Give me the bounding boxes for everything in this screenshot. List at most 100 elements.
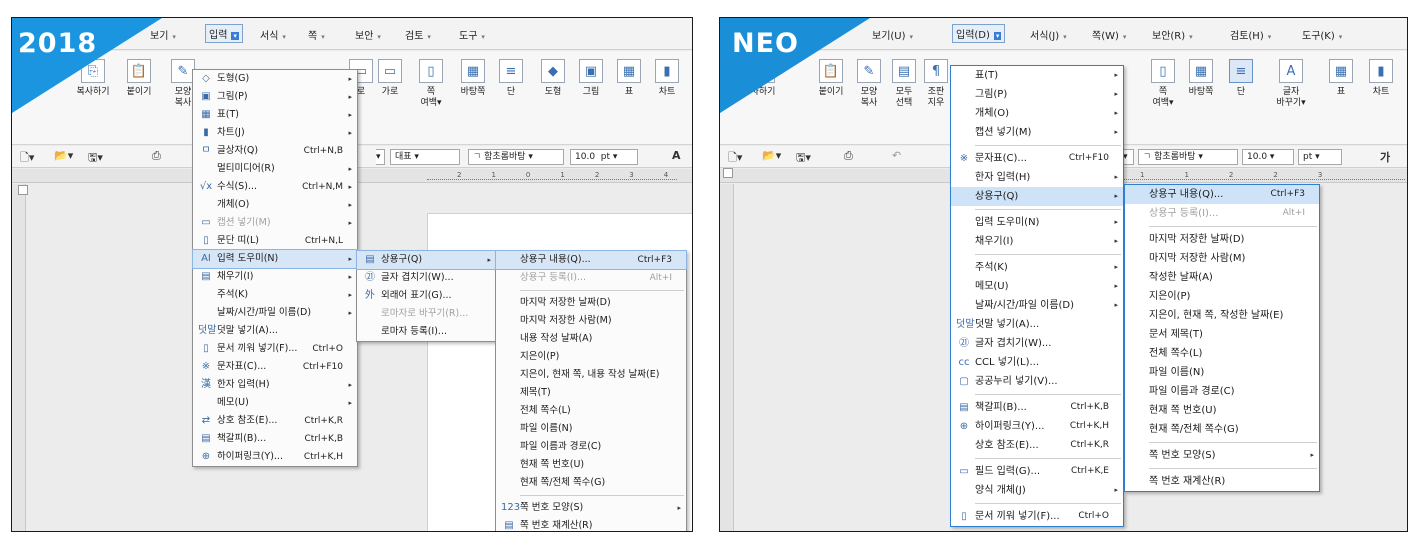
menu-item-필드-입력[interactable]: ▭ 필드 입력(G)... Ctrl+K,E	[951, 462, 1123, 481]
menu-item-외래어-표기[interactable]: 外 외래어 표기(G)...	[357, 287, 496, 305]
font-select[interactable]: ㄱ 함초롬바탕 ▾	[468, 149, 564, 165]
menu-item-상호-참조[interactable]: ⇄ 상호 참조(E)... Ctrl+K,R	[193, 412, 357, 430]
print-icon[interactable]: ⎙	[152, 149, 161, 165]
menu-item-파일-이름과-경로[interactable]: 파일 이름과 경로(C)	[496, 438, 686, 456]
open-folder-icon[interactable]: 📂▾	[54, 149, 73, 165]
menu-item-입력-도우미[interactable]: AI 입력 도우미(N) ▸	[192, 249, 358, 269]
menu-item-캡션-넣기[interactable]: 캡션 넣기(M) ▸	[951, 123, 1123, 142]
menu-서식[interactable]: 서식 ▾	[260, 27, 286, 42]
menu-item-공공누리-넣기[interactable]: ▢ 공공누리 넣기(V)...	[951, 372, 1123, 391]
menu-서식[interactable]: 서식(J) ▾	[1030, 27, 1067, 42]
menu-item-그림[interactable]: ▣ 그림(P) ▸	[193, 88, 357, 106]
menu-도구[interactable]: 도구 ▾	[459, 27, 485, 42]
ribbon-button-단[interactable]: ≡ 단	[490, 59, 532, 98]
menu-item-주석[interactable]: 주석(K) ▸	[193, 286, 357, 304]
ribbon-button-쪽[interactable]: ▯ 쪽 여백▾	[1142, 59, 1184, 109]
menu-item-쪽-번호-모양[interactable]: 쪽 번호 모양(S) ▸	[1125, 446, 1319, 465]
ribbon-button-바탕쪽[interactable]: ▦ 바탕쪽	[1180, 59, 1222, 98]
menu-item-문서-끼워-넣기[interactable]: ▯ 문서 끼워 넣기(F)... Ctrl+O	[951, 507, 1123, 526]
menu-item-지은이-현재-쪽-내용-작성-날짜[interactable]: 지은이, 현재 쪽, 내용 작성 날짜(E)	[496, 366, 686, 384]
menu-item-메모[interactable]: 메모(U) ▸	[193, 394, 357, 412]
menu-item-한자-입력[interactable]: 한자 입력(H) ▸	[951, 168, 1123, 187]
new-document-icon[interactable]: 🗋▾	[20, 149, 34, 165]
menu-item-상용구-내용[interactable]: 상용구 내용(Q)... Ctrl+F3	[1125, 185, 1319, 204]
menu-item-채우기[interactable]: ▤ 채우기(I) ▸	[193, 268, 357, 286]
ribbon-button-차트[interactable]: ▮ 차트	[646, 59, 688, 98]
menu-item-상호-참조[interactable]: 상호 참조(E)... Ctrl+K,R	[951, 436, 1123, 455]
menu-item-쪽-번호-모양[interactable]: 123 쪽 번호 모양(S) ▸	[496, 499, 686, 517]
menu-item-지은이[interactable]: 지은이(P)	[496, 348, 686, 366]
new-document-icon[interactable]: 🗋▾	[728, 149, 742, 165]
menu-검토[interactable]: 검토(H) ▾	[1230, 27, 1271, 42]
menu-item-현재-쪽-번호[interactable]: 현재 쪽 번호(U)	[1125, 401, 1319, 420]
menu-item-채우기[interactable]: 채우기(I) ▸	[951, 232, 1123, 251]
menu-item-상용구-내용[interactable]: 상용구 내용(Q)... Ctrl+F3	[495, 250, 687, 270]
menu-쪽[interactable]: 쪽(W) ▾	[1092, 27, 1126, 42]
menu-item-덧말-넣기[interactable]: 덧말 덧말 넣기(A)...	[193, 322, 357, 340]
menu-입력[interactable]: 입력 ▾	[205, 24, 243, 43]
ribbon-button-도형[interactable]: ◆ 도형	[532, 59, 574, 98]
menu-item-표[interactable]: 표(T) ▸	[951, 66, 1123, 85]
menu-item-문서-제목[interactable]: 문서 제목(T)	[1125, 325, 1319, 344]
menu-item-전체-쪽수[interactable]: 전체 쪽수(L)	[1125, 344, 1319, 363]
font-select[interactable]: ㄱ 함초롬바탕 ▾	[1138, 149, 1238, 165]
menu-item-하이퍼링크[interactable]: ⊕ 하이퍼링크(Y)... Ctrl+K,H	[951, 417, 1123, 436]
ribbon-button-표[interactable]: ▦ 표	[608, 59, 650, 98]
menu-item-현재-쪽-전체-쪽수[interactable]: 현재 쪽/전체 쪽수(G)	[496, 474, 686, 492]
menu-item-메모[interactable]: 메모(U) ▸	[951, 277, 1123, 296]
menu-도구[interactable]: 도구(K) ▾	[1302, 27, 1342, 42]
open-folder-icon[interactable]: 📂▾	[762, 149, 781, 165]
menu-item-주석[interactable]: 주석(K) ▸	[951, 258, 1123, 277]
menu-입력[interactable]: 입력(D) ▾	[952, 24, 1006, 43]
menu-item-지은이-현재-쪽-작성한-날짜[interactable]: 지은이, 현재 쪽, 작성한 날짜(E)	[1125, 306, 1319, 325]
menu-item-작성한-날짜[interactable]: 작성한 날짜(A)	[1125, 268, 1319, 287]
menu-item-멀티미디어[interactable]: 멀티미디어(R) ▸	[193, 160, 357, 178]
ribbon-button-붙이기[interactable]: 📋 붙이기	[118, 59, 160, 98]
menu-item-양식-개체[interactable]: 양식 개체(J) ▸	[951, 481, 1123, 500]
ribbon-button-가로[interactable]: ▭ 가로	[369, 59, 411, 98]
menu-item-쪽-번호-재계산[interactable]: 쪽 번호 재계산(R)	[1125, 472, 1319, 491]
view-toggle-icon[interactable]	[723, 168, 733, 178]
menu-검토[interactable]: 검토 ▾	[405, 27, 431, 42]
menu-item-표[interactable]: ▦ 표(T) ▸	[193, 106, 357, 124]
style-dropdown-arrow[interactable]: ▾	[376, 149, 385, 165]
font-unit-field[interactable]: pt ▾	[1298, 149, 1342, 165]
ribbon-button-단[interactable]: ≡ 단	[1220, 59, 1262, 98]
menu-보기[interactable]: 보기(U) ▾	[872, 27, 913, 42]
menu-item-현재-쪽-번호[interactable]: 현재 쪽 번호(U)	[496, 456, 686, 474]
menu-item-상용구[interactable]: ▤ 상용구(Q) ▸	[356, 250, 497, 270]
menu-item-전체-쪽수[interactable]: 전체 쪽수(L)	[496, 402, 686, 420]
menu-item-마지막-저장한-사람[interactable]: 마지막 저장한 사람(M)	[1125, 249, 1319, 268]
menu-item-로마자-등록[interactable]: 로마자 등록(I)...	[357, 323, 496, 341]
menu-item-제목[interactable]: 제목(T)	[496, 384, 686, 402]
menu-item-문서-끼워-넣기[interactable]: ▯ 문서 끼워 넣기(F)... Ctrl+O	[193, 340, 357, 358]
ribbon-button-그림[interactable]: ▣ 그림	[570, 59, 612, 98]
save-icon[interactable]: 🖫▾	[88, 149, 103, 165]
menu-item-도형[interactable]: ◇ 도형(G) ▸	[193, 70, 357, 88]
font-color-icon[interactable]: 가	[1380, 149, 1390, 165]
menu-item-하이퍼링크[interactable]: ⊕ 하이퍼링크(Y)... Ctrl+K,H	[193, 448, 357, 466]
menu-보기[interactable]: 보기 ▾	[150, 27, 176, 42]
menu-item-문자표[interactable]: ※ 문자표(C)... Ctrl+F10	[193, 358, 357, 376]
font-color-icon[interactable]: A	[672, 149, 681, 165]
menu-item-덧말-넣기[interactable]: 덧말 덧말 넣기(A)...	[951, 315, 1123, 334]
ribbon-button-글자[interactable]: A 글자 바꾸기▾	[1270, 59, 1312, 109]
menu-item-파일-이름[interactable]: 파일 이름(N)	[1125, 363, 1319, 382]
menu-item-마지막-저장한-날짜[interactable]: 마지막 저장한 날짜(D)	[496, 294, 686, 312]
menu-item-글자-겹치기[interactable]: ㉑ 글자 겹치기(W)...	[951, 334, 1123, 353]
print-icon[interactable]: ⎙	[844, 149, 853, 165]
menu-item-글자-겹치기[interactable]: ㉑ 글자 겹치기(W)...	[357, 269, 496, 287]
save-icon[interactable]: 🖫▾	[796, 149, 811, 165]
undo-icon[interactable]: ↶	[892, 149, 901, 165]
menu-item-책갈피[interactable]: ▤ 책갈피(B)... Ctrl+K,B	[951, 398, 1123, 417]
menu-item-차트[interactable]: ▮ 차트(J) ▸	[193, 124, 357, 142]
menu-item-개체[interactable]: 개체(O) ▸	[193, 196, 357, 214]
font-size-field[interactable]: 10.0 pt ▾	[570, 149, 638, 165]
ribbon-button-쪽[interactable]: ▯ 쪽 여백▾	[410, 59, 452, 109]
menu-item-ccl-넣기[interactable]: cc CCL 넣기(L)...	[951, 353, 1123, 372]
menu-item-상용구[interactable]: 상용구(Q) ▸	[951, 187, 1123, 206]
menu-item-쪽-번호-재계산[interactable]: ▤ 쪽 번호 재계산(R)	[496, 517, 686, 531]
ribbon-button-붙이기[interactable]: 📋 붙이기	[810, 59, 852, 98]
menu-item-마지막-저장한-날짜[interactable]: 마지막 저장한 날짜(D)	[1125, 230, 1319, 249]
menu-item-수식[interactable]: √x 수식(S)... Ctrl+N,M ▸	[193, 178, 357, 196]
